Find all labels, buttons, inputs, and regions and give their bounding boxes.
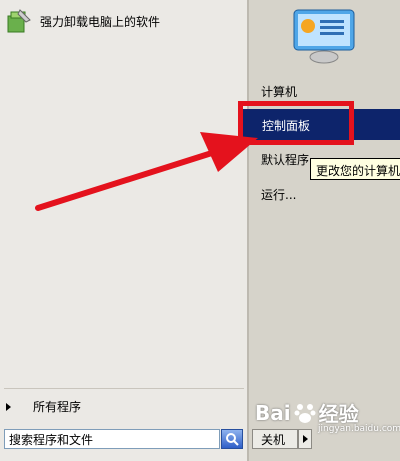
pinned-program-uninstaller[interactable]: 强力卸载电脑上的软件 — [6, 8, 160, 34]
search-button[interactable] — [221, 429, 243, 449]
search-input-text: 搜索程序和文件 — [9, 432, 94, 447]
left-pane-separator — [4, 388, 244, 389]
tooltip: 更改您的计算机 — [310, 158, 400, 180]
shutdown-button[interactable]: 关机 — [252, 429, 298, 449]
start-menu-left-pane: 强力卸载电脑上的软件 所有程序 搜索程序和文件 — [0, 0, 247, 461]
menu-item-default-programs[interactable]: 默认程序 — [261, 151, 309, 168]
baidu-watermark-text: Bai — [255, 400, 291, 425]
shutdown-label: 关机 — [261, 432, 286, 447]
search-input[interactable]: 搜索程序和文件 — [4, 429, 220, 449]
triangle-right-icon — [6, 402, 11, 411]
search-icon — [226, 433, 239, 446]
all-programs-button[interactable]: 所有程序 — [4, 398, 81, 415]
menu-item-computer[interactable]: 计算机 — [261, 83, 297, 100]
tooltip-text: 更改您的计算机 — [316, 164, 400, 178]
shutdown-options-button[interactable] — [298, 429, 312, 449]
uninstaller-app-icon — [7, 9, 31, 33]
triangle-right-icon — [302, 435, 308, 443]
all-programs-label: 所有程序 — [33, 400, 82, 414]
user-account-picture-icon[interactable] — [292, 8, 356, 64]
pinned-program-label: 强力卸载电脑上的软件 — [40, 14, 161, 29]
menu-item-run[interactable]: 运行... — [261, 186, 296, 203]
baidu-watermark: Bai 经验 — [255, 398, 359, 427]
start-menu-right-pane — [249, 0, 400, 461]
baidu-watermark-url: jingyan.baidu.com — [318, 424, 400, 434]
annotation-arrow-icon — [35, 132, 258, 211]
paw-icon — [294, 403, 316, 423]
baidu-watermark-text-2: 经验 — [318, 402, 359, 426]
